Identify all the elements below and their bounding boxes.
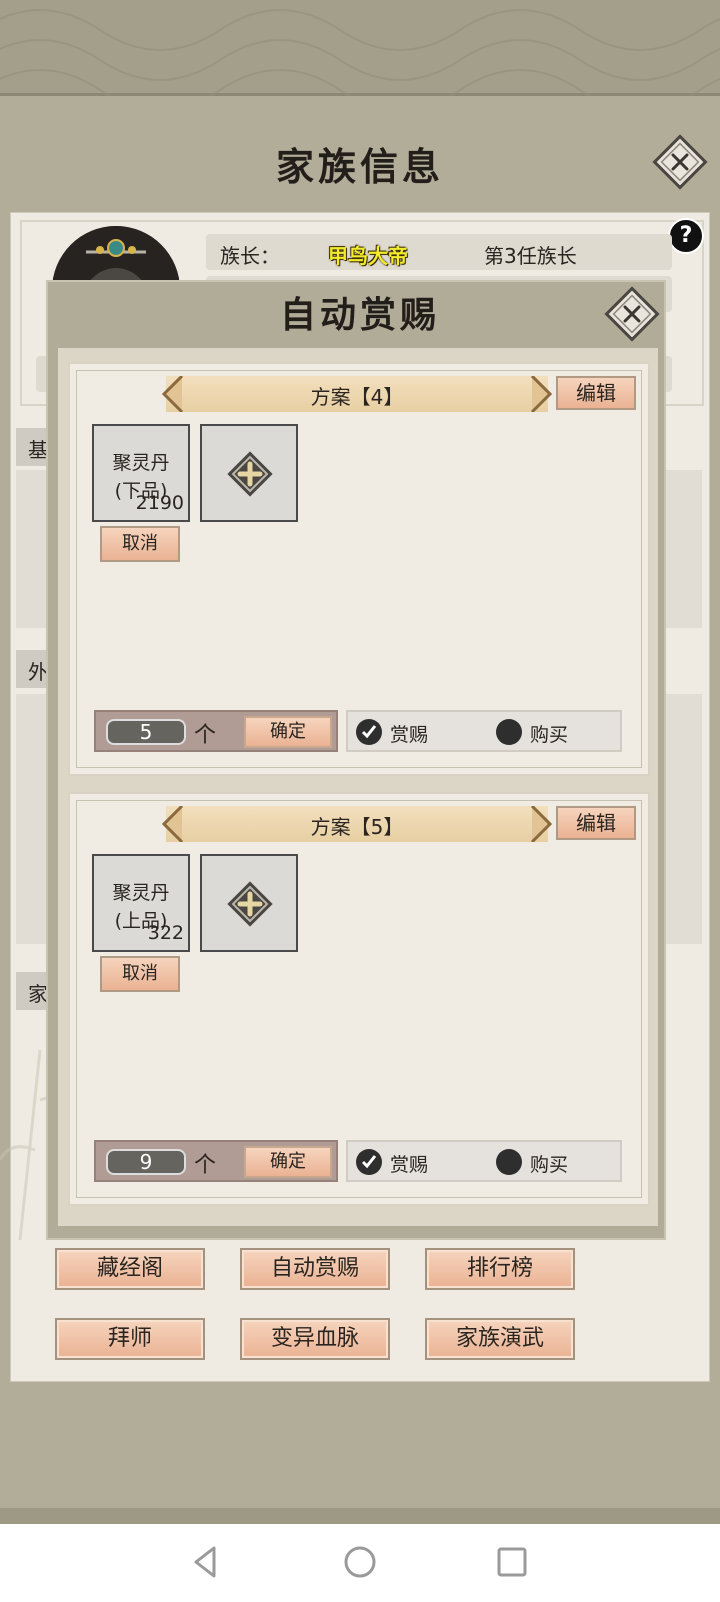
- arrow-right-icon: [530, 376, 552, 412]
- quantity-box: 5 个 确定: [94, 710, 338, 752]
- item-count: 322: [147, 922, 184, 944]
- cancel-button[interactable]: 取消: [100, 526, 180, 562]
- buy-label: 购买: [530, 1154, 569, 1176]
- scheme-card: 方案【5】 编辑 聚灵丹 (上品) 322 取消 9 个 确定 赏赐 购买: [68, 792, 650, 1206]
- buy-radio[interactable]: [496, 1149, 522, 1175]
- ranking-button[interactable]: 排行榜: [425, 1248, 575, 1290]
- nav-home-button[interactable]: [336, 1538, 384, 1586]
- section-tab-basic[interactable]: 基: [16, 428, 50, 466]
- section-tab-external-label: 外: [28, 660, 48, 684]
- buy-radio[interactable]: [496, 719, 522, 745]
- mode-selector: 赏赐 购买: [346, 1140, 622, 1182]
- help-icon: ?: [679, 223, 693, 248]
- home-circle-icon: [344, 1546, 376, 1578]
- close-icon: [604, 286, 660, 342]
- back-triangle-icon: [194, 1546, 216, 1578]
- leader-label: 族长：: [220, 244, 280, 268]
- scheme-card: 方案【4】 编辑 聚灵丹 (下品) 2190 取消 5 个 确定 赏赐 购买: [68, 362, 650, 776]
- item-name: 聚灵丹: [112, 452, 170, 474]
- close-icon: [652, 134, 708, 190]
- check-icon: [361, 725, 377, 739]
- leader-generation: 第3任族长: [484, 244, 577, 268]
- auto-reward-button[interactable]: 自动赏赐: [240, 1248, 390, 1290]
- item-name: 聚灵丹: [112, 882, 170, 904]
- add-item-icon: [227, 881, 273, 927]
- wave-pattern: [0, 9, 720, 96]
- page-close-button[interactable]: [652, 134, 708, 190]
- bottom-band: [0, 1508, 720, 1524]
- quantity-input[interactable]: 9: [106, 1149, 186, 1175]
- section-tab-family[interactable]: 家: [16, 972, 50, 1010]
- top-wave-band: [0, 0, 720, 96]
- mutant-bloodline-button[interactable]: 变异血脉: [240, 1318, 390, 1360]
- edit-button[interactable]: 编辑: [556, 376, 636, 410]
- library-button[interactable]: 藏经阁: [55, 1248, 205, 1290]
- recents-square-icon: [497, 1547, 527, 1577]
- scheme-header: 方案【4】: [162, 376, 552, 412]
- quantity-input[interactable]: 5: [106, 719, 186, 745]
- item-slot[interactable]: 聚灵丹 (下品) 2190: [92, 424, 190, 522]
- nav-back-button[interactable]: [182, 1538, 230, 1586]
- add-item-slot[interactable]: [200, 424, 298, 522]
- buy-label: 购买: [530, 724, 569, 746]
- leader-row: 族长： 甲鸟大帝 第3任族长: [206, 234, 672, 270]
- arrow-right-icon: [530, 806, 552, 842]
- scheme-header: 方案【5】: [162, 806, 552, 842]
- help-button[interactable]: ?: [668, 218, 704, 254]
- add-item-icon: [227, 451, 273, 497]
- check-icon: [361, 1155, 377, 1169]
- system-nav-bar: [0, 1524, 720, 1602]
- quantity-unit: 个: [194, 1153, 217, 1178]
- reward-radio[interactable]: [356, 719, 382, 745]
- section-tab-basic-label: 基: [28, 438, 48, 462]
- cancel-button[interactable]: 取消: [100, 956, 180, 992]
- section-tab-external[interactable]: 外: [16, 650, 50, 688]
- section-tab-family-label: 家: [28, 982, 48, 1006]
- nav-recents-button[interactable]: [488, 1538, 536, 1586]
- mode-selector: 赏赐 购买: [346, 710, 622, 752]
- family-tournament-button[interactable]: 家族演武: [425, 1318, 575, 1360]
- add-item-slot[interactable]: [200, 854, 298, 952]
- page-title: 家族信息: [275, 144, 444, 189]
- item-count: 2190: [135, 492, 184, 514]
- quantity-unit: 个: [194, 723, 217, 748]
- reward-label: 赏赐: [390, 1154, 429, 1176]
- scheme-title: 方案【5】: [310, 815, 404, 839]
- reward-radio[interactable]: [356, 1149, 382, 1175]
- confirm-button[interactable]: 确定: [244, 716, 332, 748]
- edit-button[interactable]: 编辑: [556, 806, 636, 840]
- modal-close-button[interactable]: [604, 286, 660, 342]
- apprentice-button[interactable]: 拜师: [55, 1318, 205, 1360]
- leader-name[interactable]: 甲鸟大帝: [328, 240, 408, 269]
- reward-label: 赏赐: [390, 724, 429, 746]
- confirm-button[interactable]: 确定: [244, 1146, 332, 1178]
- scheme-title: 方案【4】: [310, 385, 404, 409]
- item-slot[interactable]: 聚灵丹 (上品) 322: [92, 854, 190, 952]
- quantity-box: 9 个 确定: [94, 1140, 338, 1182]
